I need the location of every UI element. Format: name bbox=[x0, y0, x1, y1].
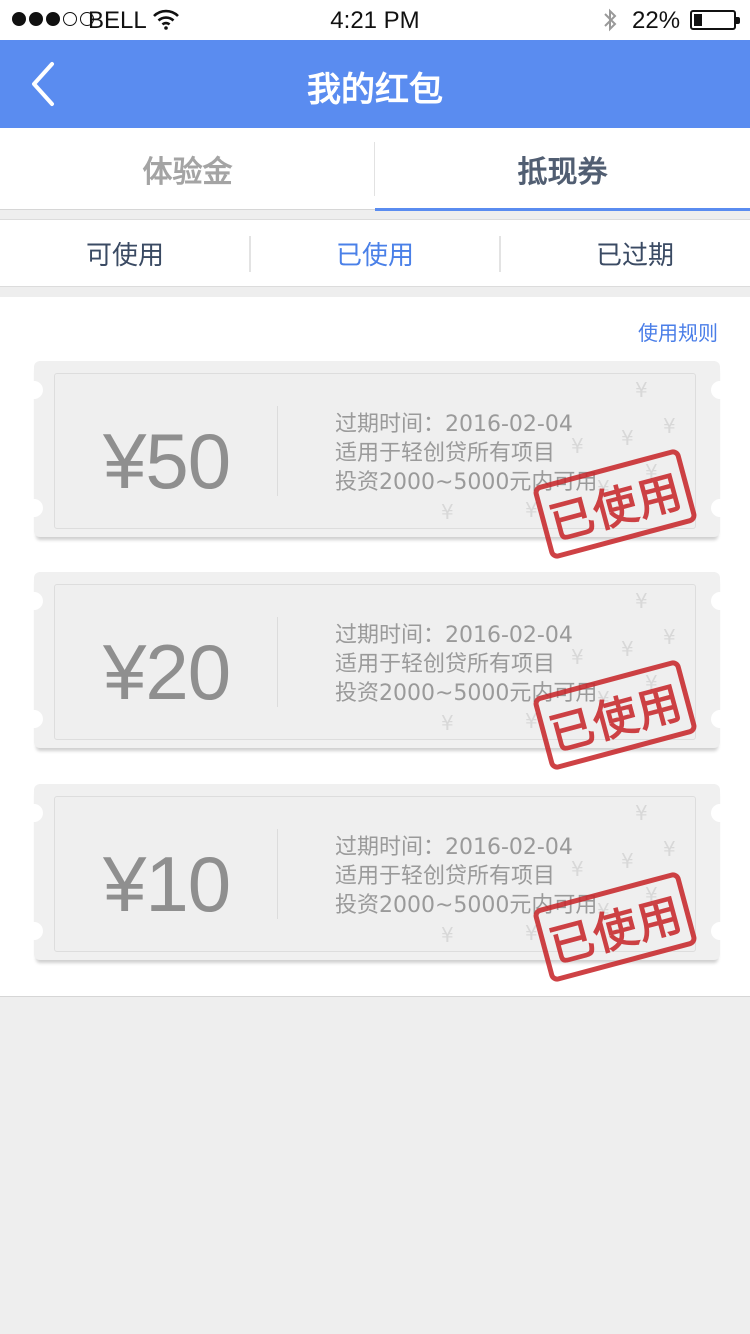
coupon-card[interactable]: ¥50 过期时间：2016-02-04 适用于轻创贷所有项目 投资2000~50… bbox=[25, 361, 729, 561]
coupon-divider bbox=[277, 829, 278, 919]
coupon-notch bbox=[25, 804, 43, 822]
tab-expired[interactable]: 已过期 bbox=[510, 220, 750, 286]
coupon-list: 使用规则 ¥50 过期时间：2016-02-04 适用于轻创贷所有项目 投资20… bbox=[0, 297, 750, 997]
coupon-notch bbox=[711, 381, 729, 399]
coupon-body: ¥20 过期时间：2016-02-04 适用于轻创贷所有项目 投资2000~50… bbox=[54, 584, 699, 772]
tab-available[interactable]: 可使用 bbox=[0, 220, 250, 286]
coupon-body: ¥50 过期时间：2016-02-04 适用于轻创贷所有项目 投资2000~50… bbox=[54, 373, 699, 561]
coupon-notch bbox=[711, 499, 729, 517]
tab-cash-vouchers[interactable]: 抵现券 bbox=[375, 128, 750, 211]
page-title: 我的红包 bbox=[307, 70, 443, 110]
coupon-notch bbox=[25, 710, 43, 728]
tab-trial-funds[interactable]: 体验金 bbox=[0, 128, 375, 210]
bluetooth-icon bbox=[604, 8, 617, 32]
filter-divider bbox=[499, 236, 501, 272]
coupon-amount: ¥20 bbox=[103, 628, 231, 716]
battery-icon bbox=[690, 10, 740, 30]
navigation-bar: 我的红包 bbox=[0, 40, 750, 128]
coupon-notch bbox=[711, 804, 729, 822]
coupon-notch bbox=[25, 592, 43, 610]
coupon-notch bbox=[711, 592, 729, 610]
battery-percentage: 22% bbox=[632, 7, 681, 34]
tab-used[interactable]: 已使用 bbox=[250, 220, 500, 286]
coupon-notch bbox=[25, 381, 43, 399]
top-tabs: 体验金 抵现券 bbox=[0, 128, 750, 211]
coupon-divider bbox=[277, 617, 278, 707]
status-bar: BELL 4:21 PM 22% bbox=[0, 0, 750, 40]
coupon-amount: ¥50 bbox=[103, 417, 231, 505]
coupon-divider bbox=[277, 406, 278, 496]
coupon-notch bbox=[25, 922, 43, 940]
coupon-notch bbox=[25, 499, 43, 517]
coupon-card[interactable]: ¥20 过期时间：2016-02-04 适用于轻创贷所有项目 投资2000~50… bbox=[25, 572, 729, 772]
coupon-amount: ¥10 bbox=[103, 840, 231, 928]
coupon-body: ¥10 过期时间：2016-02-04 适用于轻创贷所有项目 投资2000~50… bbox=[54, 796, 699, 984]
status-filter-tabs: 可使用 已使用 已过期 bbox=[0, 219, 750, 287]
coupon-card[interactable]: ¥10 过期时间：2016-02-04 适用于轻创贷所有项目 投资2000~50… bbox=[25, 784, 729, 984]
usage-rules-link[interactable]: 使用规则 bbox=[638, 317, 718, 346]
coupon-notch bbox=[711, 922, 729, 940]
coupon-notch bbox=[711, 710, 729, 728]
